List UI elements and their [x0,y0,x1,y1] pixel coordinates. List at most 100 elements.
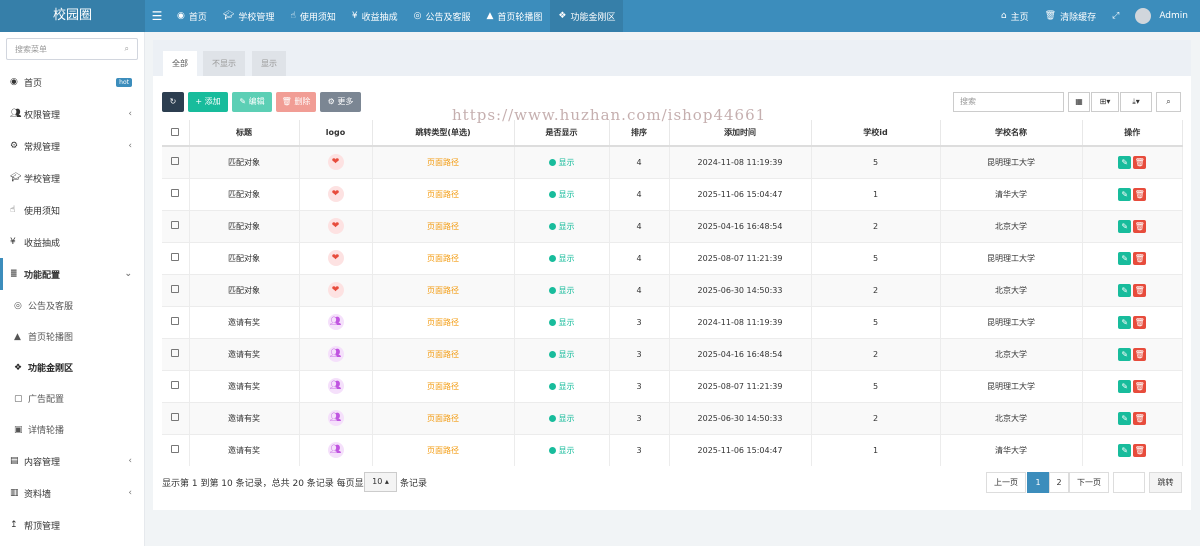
row-edit-button[interactable]: ✎ [1118,251,1132,265]
status-badge[interactable]: 显示 [559,222,575,231]
heart-icon[interactable]: ❤ [327,218,344,234]
user-menu[interactable]: Admin [1127,0,1200,32]
row-checkbox[interactable] [171,317,180,325]
header-school-name[interactable]: 学校名称 [940,120,1083,147]
jump-type-link[interactable]: 页面路径 [427,254,459,263]
edit-button[interactable]: ✎ 编辑 [232,92,272,112]
status-badge[interactable]: 显示 [559,254,575,263]
status-badge[interactable]: 显示 [559,414,575,423]
sidebar-item-top[interactable]: ↥ 帮顶管理 [0,509,144,541]
columns-button[interactable]: ⊞▾ [1091,92,1119,112]
row-edit-button[interactable]: ✎ [1118,443,1132,457]
jump-type-link[interactable]: 页面路径 [427,190,459,199]
row-checkbox[interactable] [171,221,180,229]
table-row[interactable]: 邀请有奖 👥︎ 页面路径 显示 3 2025-04-16 16:48:54 2 北京大学 ✎ 🗑︎ [162,337,1183,370]
row-delete-button[interactable]: 🗑︎ [1133,283,1147,297]
row-delete-button[interactable]: 🗑︎ [1133,347,1147,361]
status-badge[interactable]: 显示 [559,446,575,455]
heart-icon[interactable]: ❤ [327,154,344,171]
menu-toggle-icon[interactable]: ☰ [145,9,169,23]
tab-all[interactable]: 全部 [163,51,197,76]
users-icon[interactable]: 👥︎ [327,442,344,459]
add-button[interactable]: + 添加 [188,92,228,112]
sidebar-item-revenue[interactable]: ¥ 收益抽成 [0,226,144,258]
topnav-item-announcement[interactable]: ◎ 公告及客服 [406,0,479,32]
row-edit-button[interactable]: ✎ [1118,219,1132,233]
topnav-item-revenue[interactable]: ¥ 收益抽成 [344,0,406,32]
clear-cache-button[interactable]: 🗑︎ 清除缓存 [1037,0,1104,32]
page-2-button[interactable]: 2 [1049,472,1069,493]
status-badge[interactable]: 显示 [559,350,575,359]
row-checkbox[interactable] [171,413,180,421]
topnav-item-notice[interactable]: ☝ 使用须知 [282,0,344,32]
home-link[interactable]: ⌂ 主页 [993,0,1037,32]
page-size-select[interactable]: 10 ▴ [364,472,397,492]
table-row[interactable]: 匹配对象 ❤ 页面路径 显示 4 2025-06-30 14:50:33 2 北京大学 ✎ 🗑︎ [162,273,1183,306]
row-checkbox[interactable] [171,445,180,454]
topnav-item-carousel[interactable]: ▲ 首页轮播图 [478,0,550,32]
table-row[interactable]: 匹配对象 ❤ 页面路径 显示 4 2024-11-08 11:19:39 5 昆明理工大学 ✎ 🗑… [162,145,1183,178]
jump-type-link[interactable]: 页面路径 [427,222,459,231]
jump-type-link[interactable]: 页面路径 [427,414,459,423]
refresh-button[interactable]: ↻ [162,92,184,112]
topnav-item-feature-area[interactable]: ❖ 功能金刚区 [550,0,624,32]
sidebar-sub-detail-carousel[interactable]: ▣ 详情轮播 [0,414,144,445]
users-icon[interactable]: 👥︎ [327,346,344,362]
tab-hidden[interactable]: 不显示 [203,51,245,76]
heart-icon[interactable]: ❤ [327,186,344,202]
prev-page-button[interactable]: 上一页 [986,472,1026,493]
sidebar-item-general[interactable]: ⚙ 常规管理 ‹ [0,130,144,162]
jump-type-link[interactable]: 页面路径 [427,382,459,391]
sidebar-item-school[interactable]: 🎓︎ 学校管理 [0,162,144,194]
header-title[interactable]: 标题 [189,120,300,147]
jump-type-link[interactable]: 页面路径 [427,350,459,359]
table-row[interactable]: 邀请有奖 👥︎ 页面路径 显示 3 2025-06-30 14:50:33 2 北京大学 ✎ 🗑︎ [162,401,1183,434]
status-badge[interactable]: 显示 [559,158,575,167]
page-1-button[interactable]: 1 [1027,472,1049,493]
row-delete-button[interactable]: 🗑︎ [1133,155,1147,169]
row-checkbox[interactable] [171,285,180,293]
status-badge[interactable]: 显示 [559,190,575,199]
jump-type-link[interactable]: 页面路径 [427,318,459,327]
sidebar-item-permissions[interactable]: 👥︎ 权限管理 ‹ [0,98,144,130]
users-icon[interactable]: 👥︎ [327,378,344,394]
row-edit-button[interactable]: ✎ [1118,187,1132,201]
export-button[interactable]: ⤓▾ [1120,92,1152,112]
search-button[interactable]: ⌕ [1156,92,1181,112]
status-badge[interactable]: 显示 [559,286,575,295]
fullscreen-button[interactable]: ⤢ [1104,0,1127,32]
users-icon[interactable]: 👥︎ [327,410,344,426]
jump-button[interactable]: 跳转 [1149,472,1182,493]
app-logo[interactable]: 校园圈 [0,0,145,32]
jump-type-link[interactable]: 页面路径 [427,286,459,295]
row-checkbox[interactable] [171,381,180,389]
sidebar-item-feature-config[interactable]: ≣ 功能配置 ⌄ [0,258,144,290]
heart-icon[interactable]: ❤ [327,282,344,298]
row-delete-button[interactable]: 🗑︎ [1133,315,1147,329]
sidebar-sub-ads[interactable]: ▢ 广告配置 [0,383,144,414]
table-row[interactable]: 匹配对象 ❤ 页面路径 显示 4 2025-11-06 15:04:47 1 清华大学 ✎ 🗑︎ [162,177,1183,210]
jump-page-input[interactable] [1113,472,1145,493]
row-checkbox[interactable] [171,157,180,166]
sidebar-sub-announcement[interactable]: ◎ 公告及客服 [0,290,144,321]
sidebar-search-input[interactable]: 搜索菜单 ⌕ [6,38,138,60]
table-search-input[interactable]: 搜索 [953,92,1064,112]
select-all-checkbox[interactable] [171,127,180,136]
header-logo[interactable]: logo [299,120,373,147]
row-delete-button[interactable]: 🗑︎ [1133,187,1147,201]
row-delete-button[interactable]: 🗑︎ [1133,251,1147,265]
table-row[interactable]: 邀请有奖 👥︎ 页面路径 显示 3 2025-08-07 11:21:39 5 昆明理工大学 ✎… [162,369,1183,402]
row-delete-button[interactable]: 🗑︎ [1133,219,1147,233]
topnav-item-school[interactable]: 🎓︎ 学校管理 [215,0,282,32]
row-delete-button[interactable]: 🗑︎ [1133,411,1147,425]
sidebar-item-wall[interactable]: ▥ 资料墙 ‹ [0,477,144,509]
row-edit-button[interactable]: ✎ [1118,283,1132,297]
table-row[interactable]: 匹配对象 ❤ 页面路径 显示 4 2025-08-07 11:21:39 5 昆明理工大学 ✎ 🗑… [162,241,1183,274]
sidebar-item-home[interactable]: ◉ 首页 hot [0,66,144,98]
users-icon[interactable]: 👥︎ [327,314,344,330]
heart-icon[interactable]: ❤ [327,250,344,266]
jump-type-link[interactable]: 页面路径 [427,158,459,167]
topnav-item-home[interactable]: ◉ 首页 [169,0,215,32]
table-row[interactable]: 邀请有奖 👥︎ 页面路径 显示 3 2025-11-06 15:04:47 1 清华大学 ✎ 🗑︎ [162,433,1183,466]
tab-visible[interactable]: 显示 [252,51,286,76]
